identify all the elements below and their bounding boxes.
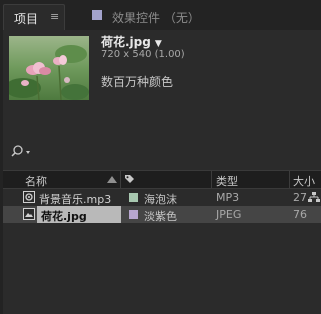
preview-file-name-text: 荷花.jpg <box>101 35 151 49</box>
tab-effect-controls-label: 效果控件 （无） <box>112 11 200 25</box>
search-icon <box>11 145 30 157</box>
tag-icon[interactable] <box>124 174 135 185</box>
preview-dimensions: 720 x 540 (1.00) <box>101 49 185 60</box>
label-swatch[interactable] <box>129 193 138 202</box>
tab-effect-controls[interactable]: 效果控件 （无） <box>92 4 320 30</box>
column-name[interactable]: 名称 <box>25 173 47 189</box>
row-size: 76 <box>293 208 307 221</box>
image-file-icon <box>23 208 35 220</box>
column-divider[interactable] <box>211 171 212 188</box>
sort-ascending-icon[interactable] <box>107 176 117 183</box>
row-type: JPEG <box>216 208 242 221</box>
row-label: 淡紫色 <box>144 210 177 223</box>
panel-tab-bar: 项目 ≡ 效果控件 （无） <box>0 0 321 30</box>
column-size[interactable]: 大小 <box>293 173 315 189</box>
network-icon[interactable] <box>308 192 320 203</box>
row-type: MP3 <box>216 191 240 204</box>
project-panel: 荷花.jpg ▼ 720 x 540 (1.00) 数百万种颜色 名称 类型 大小… <box>3 30 321 314</box>
search-field[interactable] <box>11 144 35 160</box>
preview-thumbnail <box>9 36 89 100</box>
row-size: 27 <box>293 191 307 204</box>
effects-tab-swatch <box>92 10 102 20</box>
column-type[interactable]: 类型 <box>216 173 238 189</box>
table-row[interactable]: 背景音乐.mp3 海泡沫 MP3 27 <box>3 189 321 206</box>
table-row-selected[interactable]: 荷花.jpg 淡紫色 JPEG 76 <box>3 206 321 223</box>
file-dropdown-icon[interactable]: ▼ <box>155 39 162 49</box>
audio-file-icon <box>23 191 35 203</box>
row-name: 荷花.jpg <box>41 210 87 223</box>
panel-menu-icon[interactable]: ≡ <box>50 10 59 23</box>
column-header: 名称 类型 大小 <box>3 170 321 189</box>
label-swatch[interactable] <box>129 210 138 219</box>
preview-color-depth: 数百万种颜色 <box>101 75 174 89</box>
tab-project-label: 项目 <box>14 12 39 26</box>
row-label: 海泡沫 <box>144 193 177 206</box>
row-name: 背景音乐.mp3 <box>39 193 112 206</box>
column-divider[interactable] <box>120 171 121 188</box>
preview-file-name[interactable]: 荷花.jpg ▼ <box>101 33 162 50</box>
tab-project[interactable]: 项目 ≡ <box>3 4 65 30</box>
column-divider[interactable] <box>289 171 290 188</box>
